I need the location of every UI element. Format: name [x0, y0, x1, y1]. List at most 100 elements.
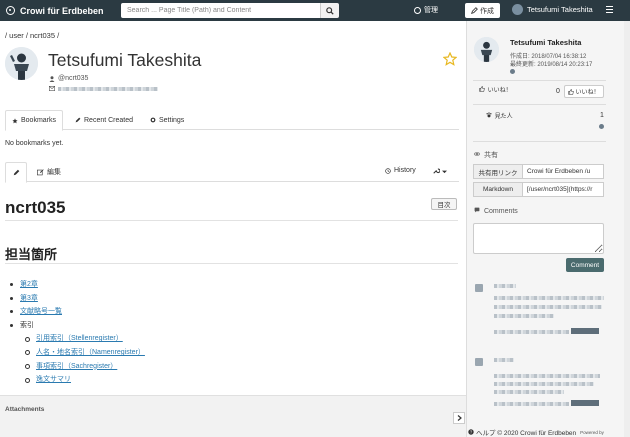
hamburger-menu-icon[interactable] [606, 6, 613, 14]
avatar [512, 4, 523, 15]
avatar[interactable] [599, 124, 604, 129]
wiki-title: ncrt035 [5, 198, 66, 217]
scrollbar[interactable] [624, 21, 630, 437]
avatar [474, 37, 499, 62]
share-label: 共有 [474, 150, 498, 160]
avatar [5, 47, 38, 80]
caret-down-icon [441, 170, 447, 174]
list-item: 索引 引用索引（Stellenregister） 人名・地名索引（Namenre… [10, 319, 145, 387]
abbreviations-link[interactable]: 文献略号一覧 [20, 308, 62, 315]
brand-link[interactable]: Crowi für Erdbeben [6, 6, 104, 16]
share-link-key: 共有用リンク [474, 165, 523, 178]
namenregister-link[interactable]: 人名・地名索引（Namenregister） [36, 349, 145, 356]
redacted-text [494, 358, 514, 362]
paw-icon [486, 112, 492, 118]
user-handle-text: @ncrt035 [58, 75, 89, 82]
tab-view[interactable] [5, 162, 27, 183]
tools-dropdown[interactable] [433, 167, 447, 176]
like-button[interactable]: いいね！ [564, 85, 604, 98]
sidebar-toggle-button[interactable] [453, 412, 465, 424]
pencil-icon [471, 7, 478, 14]
redacted-text [494, 284, 516, 288]
list-item: 引用索引（Stellenregister） [25, 332, 145, 346]
history-label: History [394, 167, 416, 174]
history-icon [385, 167, 391, 174]
admin-link[interactable]: 管理 [414, 5, 438, 15]
tab-recent-created[interactable]: Recent Created [69, 110, 139, 130]
powered-by: Powered by [580, 429, 604, 435]
summary-link[interactable]: 逸文サマリ [36, 376, 71, 383]
avatar[interactable] [510, 69, 515, 74]
share-link-value[interactable]: Crowi für Erdbeben /u [523, 165, 603, 178]
divider [5, 263, 458, 264]
markdown-value[interactable]: [/user/ncrt035](https://r [523, 183, 603, 196]
redacted-text [494, 305, 602, 309]
breadcrumb[interactable]: / user / ncrt035 / [5, 31, 59, 40]
user-handle: @ncrt035 [49, 75, 88, 82]
redacted-text [494, 314, 554, 318]
divider [473, 80, 606, 81]
sachregister-link[interactable]: 事項索引（Sachregister） [36, 363, 117, 370]
list-item: 第3章 [10, 292, 145, 306]
page-title: Tetsufumi Takeshita [48, 50, 202, 70]
chevron-right-icon [457, 415, 462, 421]
attachments-section: Attachments [0, 395, 466, 437]
star-icon [12, 117, 18, 123]
user-icon [49, 75, 55, 82]
seen-by-label: 見た人 [486, 111, 513, 120]
tab-edit[interactable]: 編集 [31, 162, 67, 182]
edit-icon [37, 168, 44, 175]
comments-label: Comments [474, 207, 518, 215]
bookmark-star-icon[interactable] [443, 52, 457, 66]
gear-icon [414, 6, 421, 14]
seen-count: 1 [600, 112, 604, 119]
chapter-2-link[interactable]: 第2章 [20, 281, 38, 288]
create-button[interactable]: 作成 [465, 3, 500, 18]
thumbs-up-icon [568, 88, 575, 95]
markdown-link-row: Markdown [/user/ncrt035](https://r [473, 182, 604, 197]
tab-label: Recent Created [84, 116, 134, 124]
redacted-text [494, 390, 564, 394]
wrench-icon [433, 168, 441, 174]
tab-settings[interactable]: Settings [144, 110, 190, 130]
list-item: 人名・地名索引（Namenregister） [25, 346, 145, 360]
comment-textarea[interactable] [473, 223, 604, 254]
search-input[interactable] [121, 3, 320, 18]
list-item: 逸文サマリ [25, 373, 145, 387]
author-name[interactable]: Tetsufumi Takeshita [510, 38, 581, 47]
redacted-text [494, 296, 604, 300]
markdown-key: Markdown [474, 183, 523, 196]
toc-button[interactable]: 目次 [431, 198, 457, 210]
redacted-text [494, 374, 600, 378]
redacted-text [494, 402, 569, 406]
footer: ? ヘルプ © 2020 Crowi für Erdbeben Powered … [466, 427, 630, 437]
footer-text[interactable]: ヘルプ © 2020 Crowi für Erdbeben [476, 427, 576, 437]
link-icon [474, 152, 480, 156]
list-item: 第2章 [10, 278, 145, 292]
statue-avatar-icon [474, 37, 499, 62]
assignment-list: 第2章 第3章 文献略号一覧 索引 引用索引（Stellenregister） … [10, 278, 145, 387]
tab-bookmarks[interactable]: Bookmarks [5, 110, 64, 131]
comment-button[interactable]: Comment [566, 258, 604, 272]
history-link[interactable]: History [385, 167, 416, 174]
tab-label: Bookmarks [21, 117, 57, 124]
index-label: 索引 [20, 321, 34, 329]
user-tabs: Bookmarks Recent Created Settings [5, 110, 459, 131]
stellenregister-link[interactable]: 引用索引（Stellenregister） [36, 335, 123, 342]
user-menu[interactable]: Tetsufumi Takeshita [512, 4, 593, 15]
search-button[interactable] [320, 3, 339, 18]
section-heading: 担当箇所 [5, 247, 58, 262]
tab-label: 編集 [47, 169, 61, 176]
gear-icon [150, 117, 156, 123]
index-sublist: 引用索引（Stellenregister） 人名・地名索引（Namenregis… [25, 332, 145, 387]
no-bookmarks-message: No bookmarks yet. [5, 140, 64, 147]
pencil-icon [75, 117, 81, 123]
statue-avatar-icon [5, 47, 38, 80]
redacted-badge [571, 400, 599, 406]
divider [5, 220, 458, 221]
chapter-3-link[interactable]: 第3章 [20, 295, 38, 302]
divider [473, 104, 606, 105]
user-email [49, 86, 158, 91]
redacted-text [494, 330, 569, 334]
like-count: 0 [556, 88, 560, 95]
